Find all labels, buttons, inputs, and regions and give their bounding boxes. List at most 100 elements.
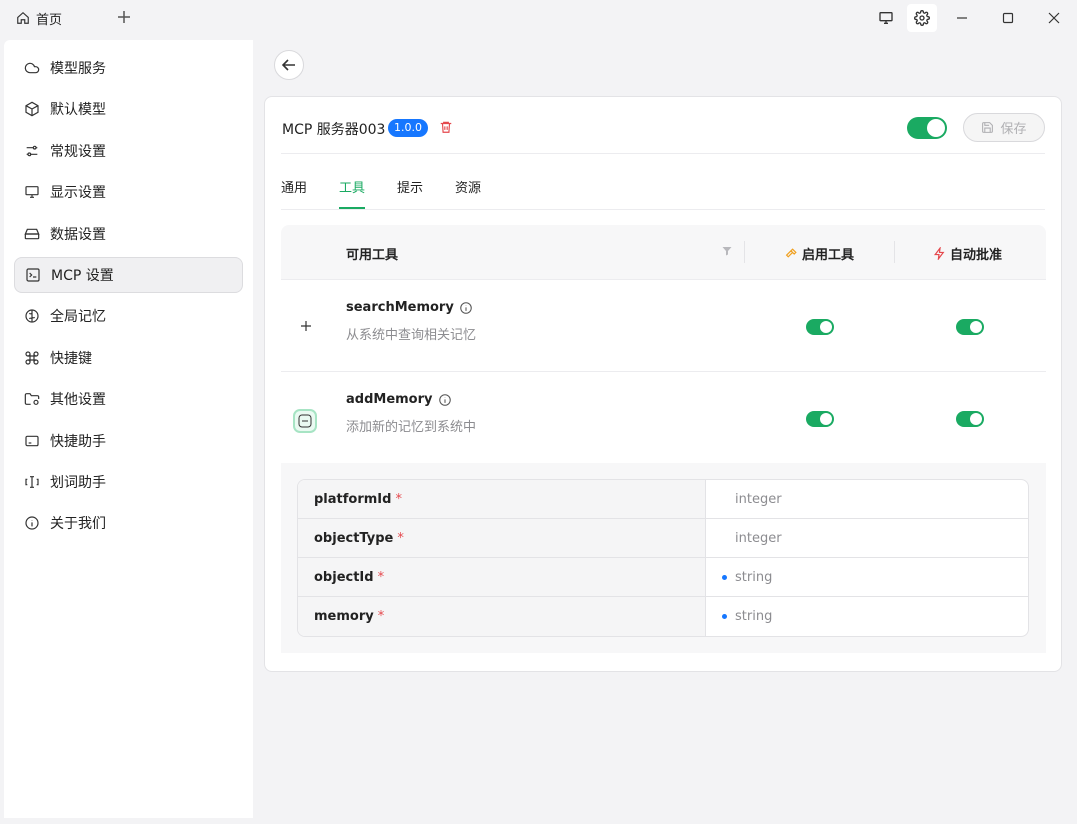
terminal-icon <box>26 268 40 282</box>
server-enable-toggle[interactable] <box>907 117 947 139</box>
param-name: objectType * <box>298 519 706 557</box>
new-tab-button[interactable] <box>114 7 134 27</box>
delete-server-button[interactable] <box>439 120 453 138</box>
sidebar-item-label: 快捷助手 <box>50 434 106 450</box>
title-bar: 首页 <box>0 0 1077 38</box>
tool-description: 从系统中查询相关记忆 <box>346 328 477 343</box>
param-row: memory * string <box>298 597 1028 636</box>
param-row: objectId * string <box>298 558 1028 597</box>
sidebar-item-label: 显示设置 <box>50 185 106 201</box>
sidebar-item-default-model[interactable]: 默认模型 <box>14 91 243 127</box>
sidebar-item-quick-assistant[interactable]: 快捷助手 <box>14 423 243 459</box>
param-type-text: string <box>735 569 773 585</box>
home-tab[interactable]: 首页 <box>16 8 62 28</box>
sidebar-item-other-settings[interactable]: 其他设置 <box>14 381 243 417</box>
command-icon <box>25 351 39 365</box>
close-button[interactable] <box>1039 4 1069 32</box>
sidebar-item-about[interactable]: 关于我们 <box>14 505 243 541</box>
column-separator <box>744 241 745 263</box>
hard-drive-icon <box>24 228 40 240</box>
hammer-icon <box>785 248 797 258</box>
sidebar-item-label: 快捷键 <box>50 351 92 367</box>
filter-button[interactable] <box>721 245 733 261</box>
monitor-icon <box>879 11 893 24</box>
minus-icon <box>298 414 312 428</box>
sidebar-item-data-settings[interactable]: 数据设置 <box>14 216 243 252</box>
tab-resources[interactable]: 资源 <box>455 177 481 209</box>
window-icon <box>25 435 39 447</box>
info-icon[interactable] <box>459 301 473 315</box>
sidebar-item-label: 关于我们 <box>50 516 106 532</box>
brain-icon <box>25 309 39 323</box>
sidebar-item-label: 其他设置 <box>50 392 106 408</box>
tab-prompts[interactable]: 提示 <box>397 177 423 209</box>
gear-icon <box>914 10 930 26</box>
tool-params-panel: platformId * integer objectType * integer … <box>281 463 1046 653</box>
sidebar-item-label: 划词助手 <box>50 475 106 491</box>
tool-auto-approve-toggle[interactable] <box>956 319 984 335</box>
maximize-icon <box>1002 12 1014 24</box>
home-icon <box>17 11 29 24</box>
arrow-left-icon <box>282 59 295 71</box>
version-badge: 1.0.0 <box>388 119 428 137</box>
save-button[interactable]: 保存 <box>963 113 1045 142</box>
sidebar-item-label: 数据设置 <box>50 227 106 243</box>
monitor-button[interactable] <box>871 4 901 32</box>
param-name: objectId * <box>298 558 706 596</box>
expand-row-button[interactable] <box>298 318 314 334</box>
column-header-enable: 启用工具 <box>785 244 854 263</box>
required-mark: * <box>397 530 404 546</box>
close-icon <box>1048 12 1060 24</box>
back-button[interactable] <box>274 50 304 80</box>
monitor-icon <box>25 186 39 198</box>
column-header-auto-approve-label: 自动批准 <box>950 248 1003 263</box>
lightning-icon <box>933 247 945 260</box>
tab-general[interactable]: 通用 <box>281 177 307 209</box>
text-cursor-icon <box>25 476 39 488</box>
column-separator <box>894 241 895 263</box>
sidebar-item-selection-assistant[interactable]: 划词助手 <box>14 464 243 500</box>
table-row: addMemory 添加新的记忆到系统中 <box>281 372 1046 464</box>
params-table: platformId * integer objectType * integer … <box>297 479 1029 637</box>
settings-button[interactable] <box>907 4 937 32</box>
minimize-button[interactable] <box>947 4 977 32</box>
settings-sidebar: 模型服务 默认模型 常规设置 显示设置 数据设置 MCP 设置 全局记忆 快捷键… <box>4 40 253 818</box>
param-name-text: memory <box>314 609 374 624</box>
tool-auto-approve-toggle[interactable] <box>956 411 984 427</box>
sidebar-item-model-service[interactable]: 模型服务 <box>14 50 243 86</box>
sidebar-item-general-settings[interactable]: 常规设置 <box>14 133 243 169</box>
divider <box>281 153 1045 154</box>
sidebar-item-label: 默认模型 <box>50 102 106 118</box>
tool-enable-toggle[interactable] <box>806 319 834 335</box>
param-name-text: objectType <box>314 530 394 546</box>
mcp-server-card: MCP 服务器003 1.0.0 保存 通用 工具 提示 资源 可用工具 启用工… <box>264 96 1062 672</box>
type-dot <box>722 614 727 619</box>
required-mark: * <box>377 569 385 585</box>
collapse-row-button[interactable] <box>293 409 317 433</box>
tool-enable-toggle[interactable] <box>806 411 834 427</box>
param-type-text: integer <box>735 530 782 546</box>
home-tab-label: 首页 <box>36 12 63 28</box>
info-icon <box>25 516 39 530</box>
param-type-text: string <box>735 609 773 624</box>
param-name-text: objectId <box>314 569 374 585</box>
param-type: string <box>706 597 1028 636</box>
param-type: integer <box>706 480 1028 518</box>
type-dot <box>722 574 727 580</box>
sidebar-item-global-memory[interactable]: 全局记忆 <box>14 298 243 334</box>
maximize-button[interactable] <box>993 4 1023 32</box>
plus-icon <box>301 321 311 331</box>
info-icon[interactable] <box>438 393 452 407</box>
param-row: objectType * integer <box>298 519 1028 558</box>
sidebar-item-label: 模型服务 <box>50 61 106 77</box>
tool-name: searchMemory <box>346 300 473 315</box>
divider <box>281 209 1045 210</box>
folder-cog-icon <box>24 393 40 405</box>
tab-tools[interactable]: 工具 <box>339 177 366 209</box>
sidebar-item-shortcuts[interactable]: 快捷键 <box>14 340 243 376</box>
sidebar-item-display-settings[interactable]: 显示设置 <box>14 174 243 210</box>
trash-icon <box>440 121 452 133</box>
sidebar-item-mcp-settings[interactable]: MCP 设置 <box>14 257 243 293</box>
server-name: MCP 服务器003 <box>282 122 386 138</box>
filter-icon <box>722 247 732 256</box>
